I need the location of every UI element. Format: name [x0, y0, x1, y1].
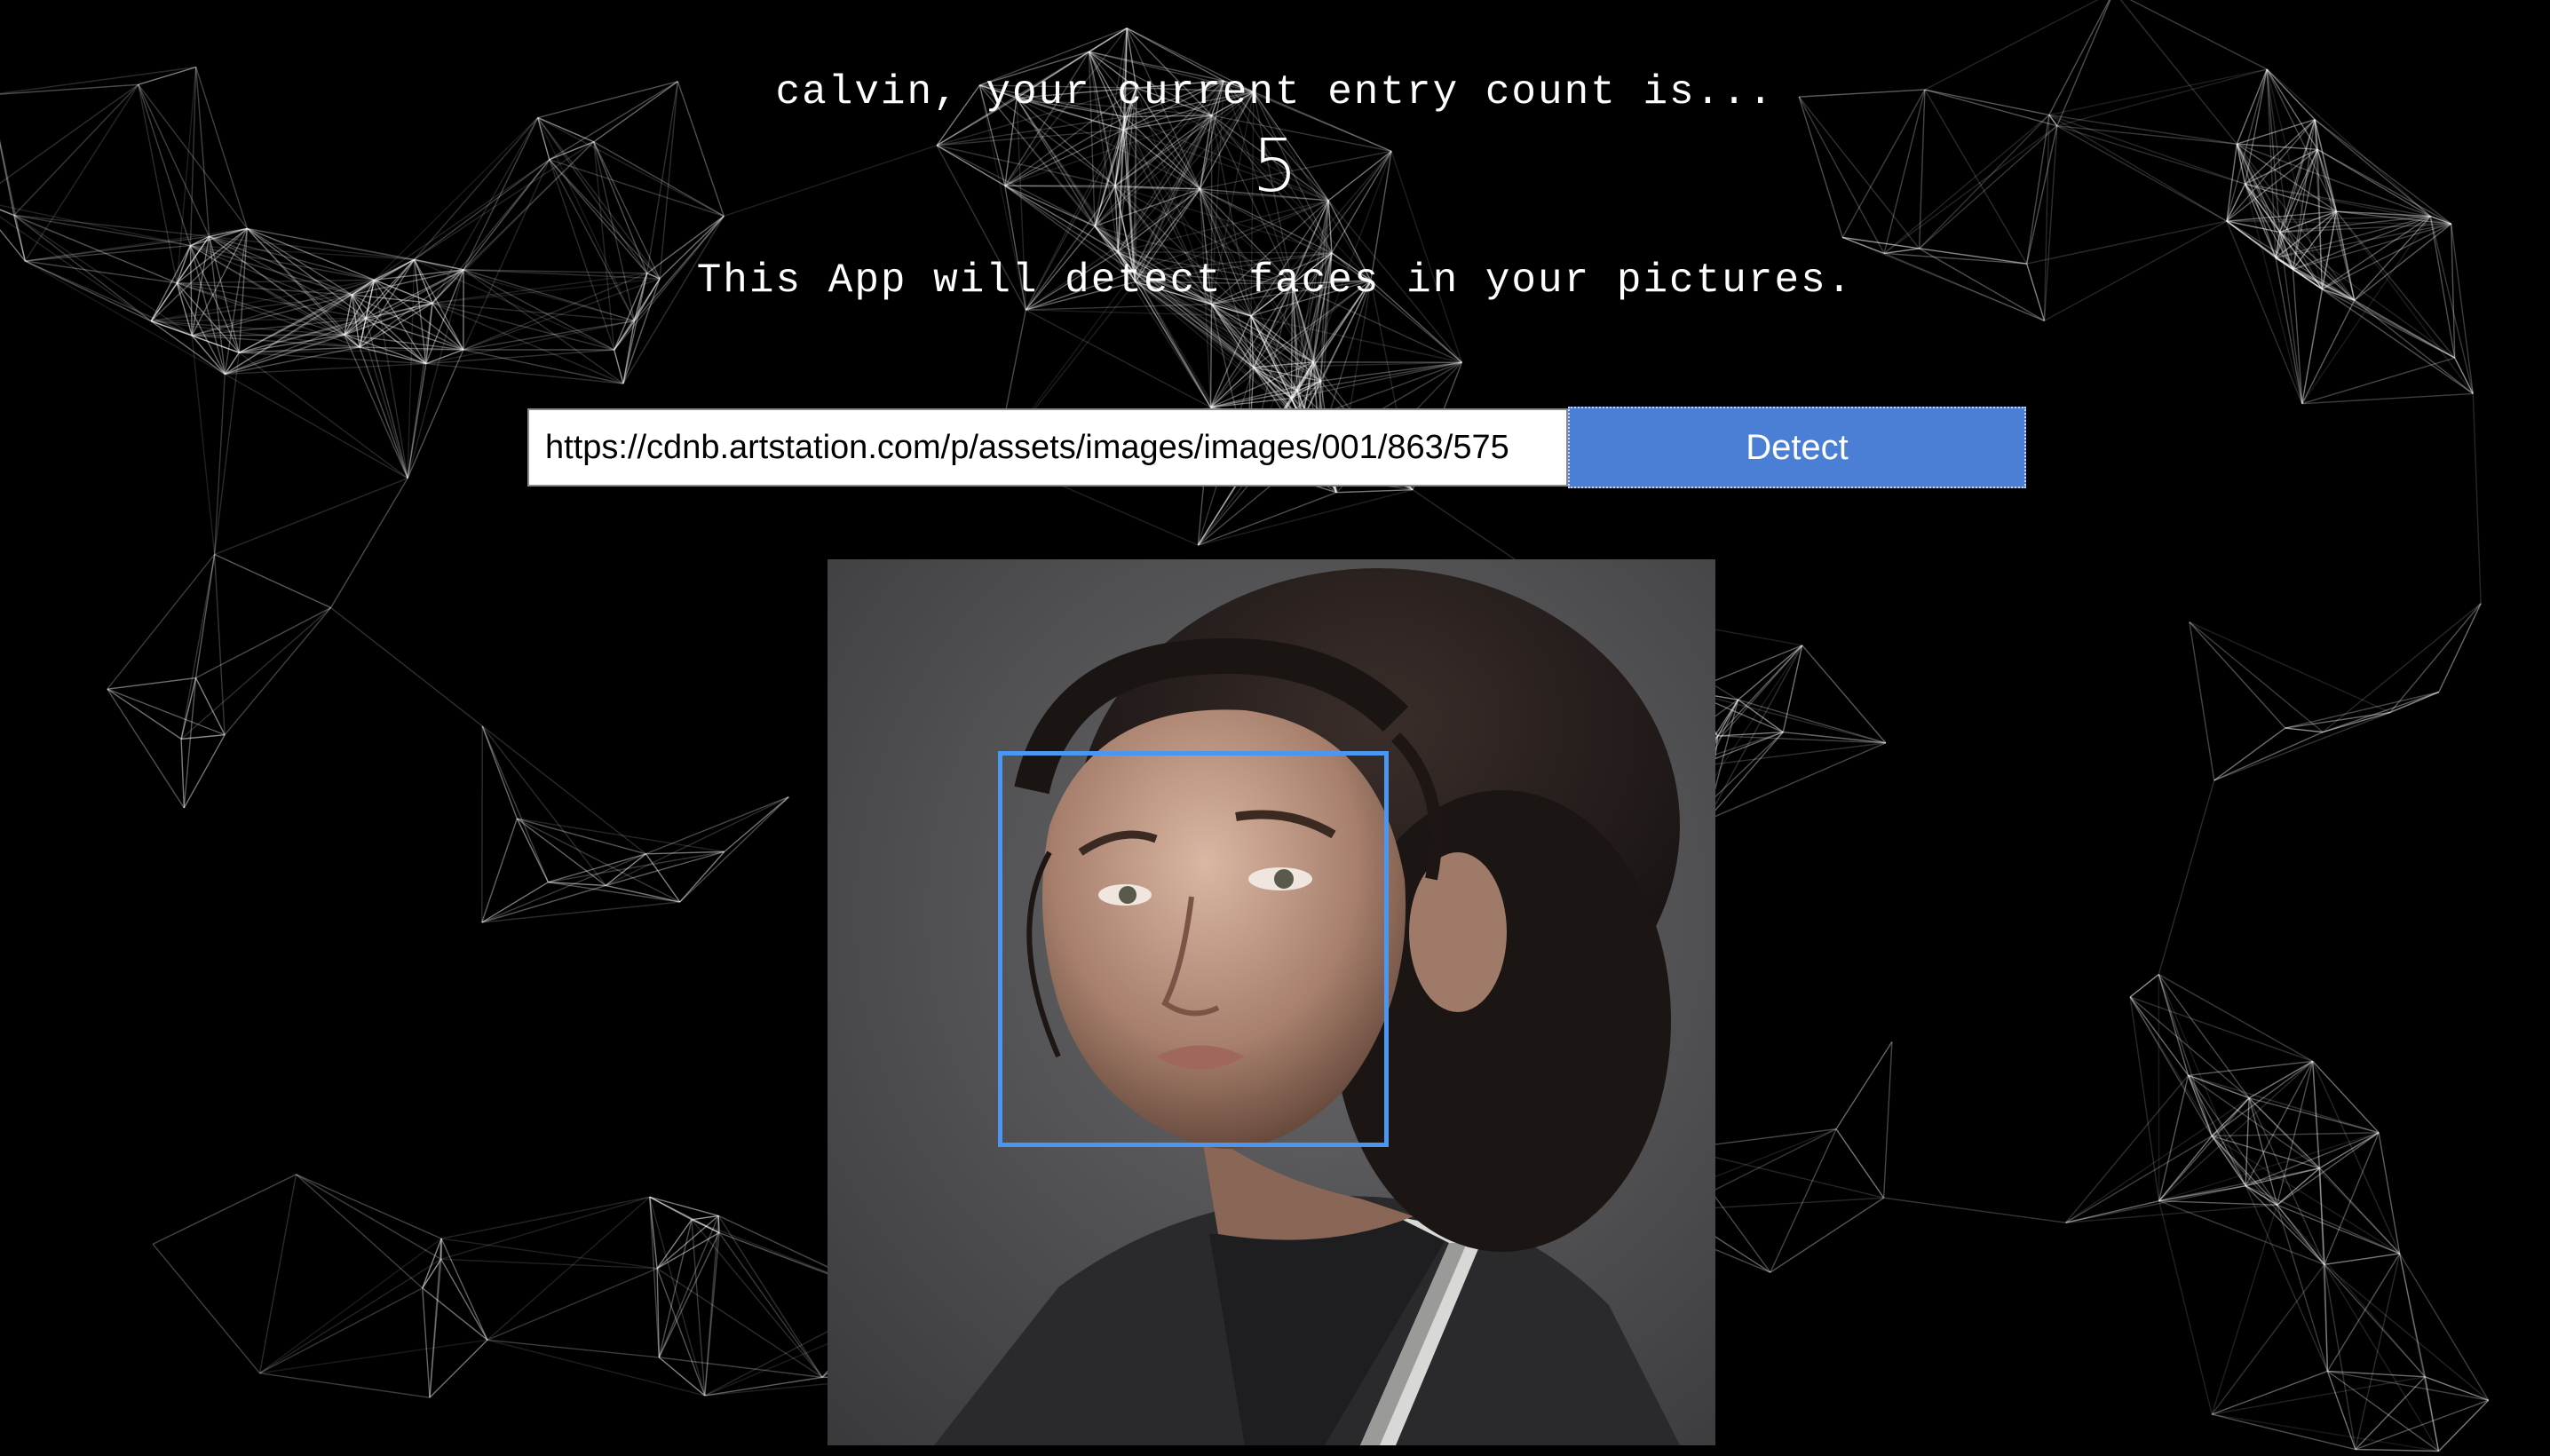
image-url-form: Detect — [527, 407, 2026, 490]
result-image — [828, 559, 1715, 1445]
detect-button[interactable]: Detect — [1568, 407, 2026, 488]
image-url-input[interactable] — [527, 408, 1568, 487]
app-description: This App will detect faces in your pictu… — [696, 257, 1854, 304]
entry-count-value: 5 — [1251, 124, 1299, 209]
face-bounding-box — [998, 751, 1389, 1147]
entry-count-greeting: calvin, your current entry count is... — [775, 69, 1775, 115]
